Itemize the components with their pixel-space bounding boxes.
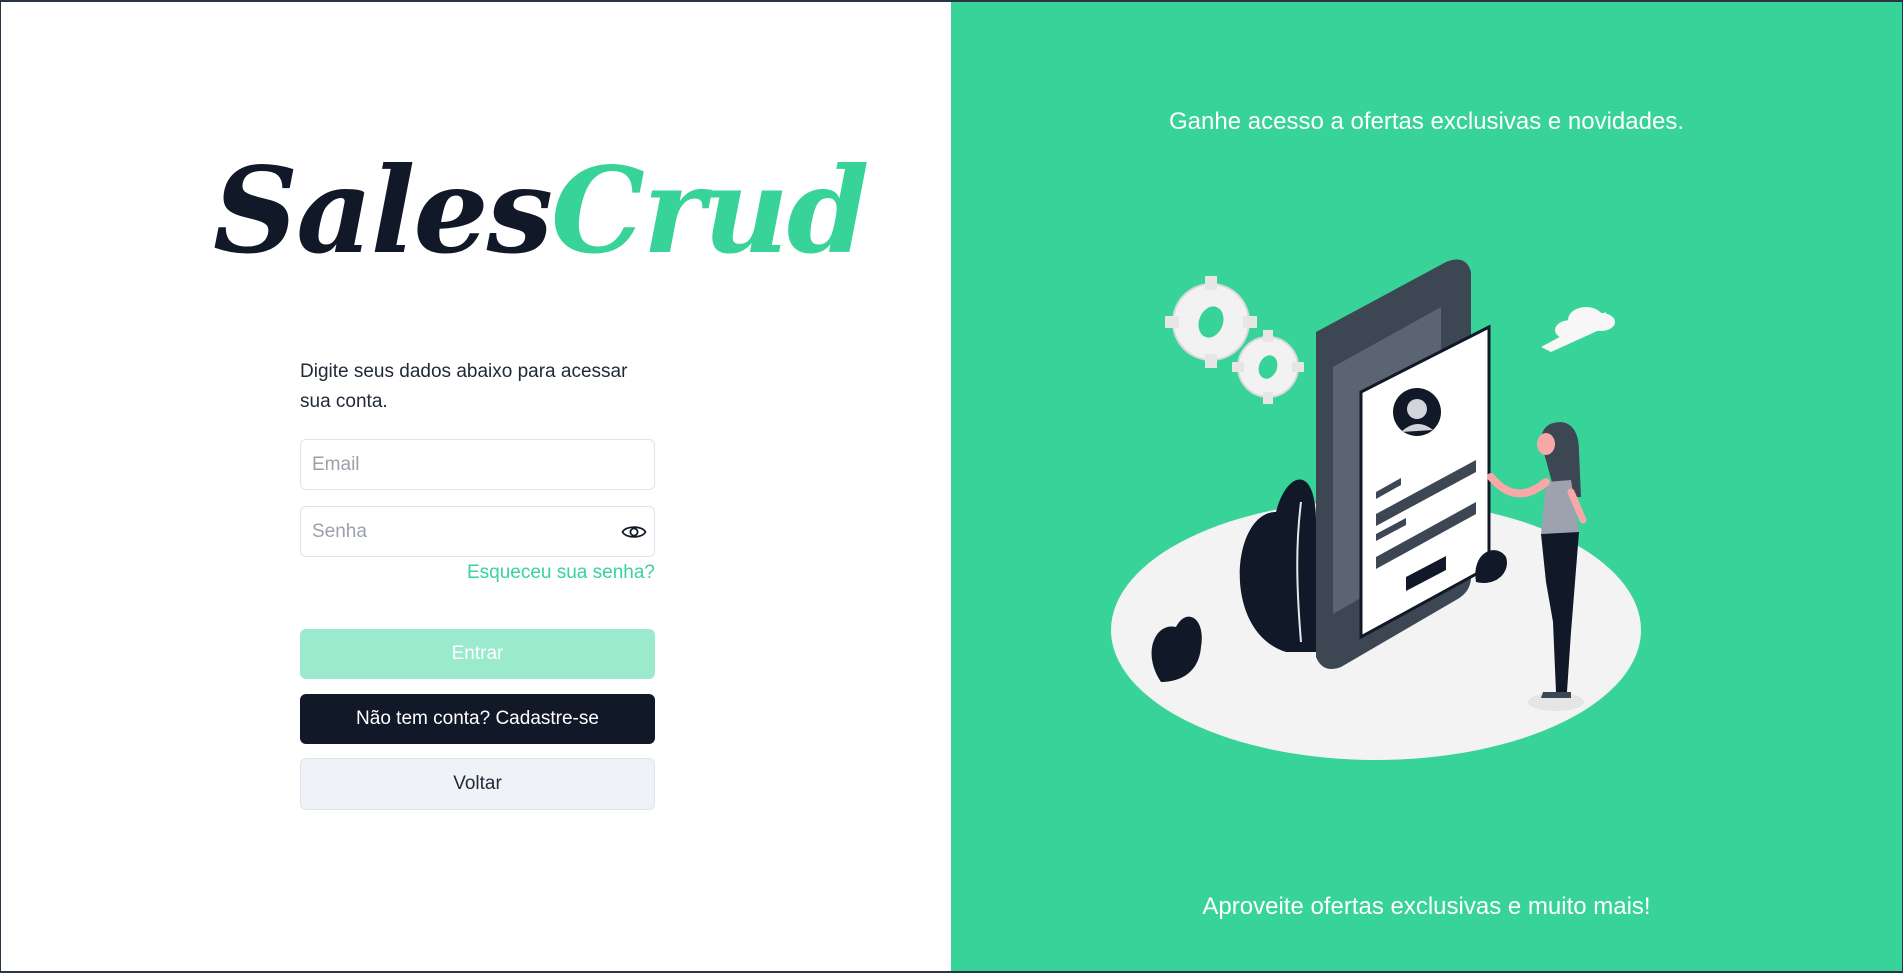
brand-logo-part1: Sales (213, 141, 553, 280)
login-form: Digite seus dados abaixo para acessar su… (300, 357, 655, 810)
promo-footer: Aproveite ofertas exclusivas e muito mai… (1202, 893, 1651, 920)
login-button[interactable]: Entrar (300, 629, 655, 679)
brand-logo: SalesCrud (213, 152, 869, 270)
password-input[interactable] (301, 507, 654, 556)
brand-logo-part2: Crud (551, 141, 869, 280)
login-panel: SalesCrud Digite seus dados abaixo para … (1, 2, 951, 971)
forgot-password-link[interactable]: Esqueceu sua senha? (300, 562, 655, 584)
promo-panel: Ganhe acesso a ofertas exclusivas e novi… (951, 2, 1902, 971)
eye-icon[interactable] (620, 520, 648, 544)
email-field (300, 439, 655, 490)
back-button[interactable]: Voltar (300, 758, 655, 810)
email-input[interactable] (301, 440, 654, 489)
promo-headline: Ganhe acesso a ofertas exclusivas e novi… (1169, 108, 1684, 135)
login-intro-text: Digite seus dados abaixo para acessar su… (300, 361, 628, 412)
signup-button[interactable]: Não tem conta? Cadastre-se (300, 694, 655, 744)
password-field (300, 506, 655, 557)
woman-with-phone-illustration (1101, 252, 1761, 777)
app-frame: SalesCrud Digite seus dados abaixo para … (1, 2, 1902, 971)
